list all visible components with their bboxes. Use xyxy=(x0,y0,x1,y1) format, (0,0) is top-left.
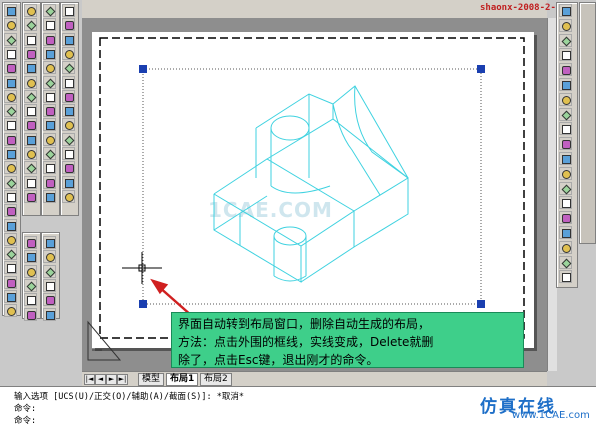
draw-tool-button[interactable] xyxy=(559,196,572,210)
draw-tool-button[interactable] xyxy=(559,63,572,77)
draw-tool-button[interactable] xyxy=(559,270,572,284)
layout-tab-bar: |◄ ◄ ► ►| 模型 布局1 布局2 xyxy=(82,371,547,386)
draw-tool-button[interactable] xyxy=(559,33,572,47)
draw-tool-button[interactable] xyxy=(559,4,572,17)
ucs-icon xyxy=(87,320,122,361)
tab-layout2[interactable]: 布局2 xyxy=(200,373,232,386)
right-side-toolbar xyxy=(579,2,596,244)
draw-tool-button[interactable] xyxy=(559,107,572,121)
draw-tool-button[interactable] xyxy=(559,78,572,91)
draw-tool-button[interactable] xyxy=(559,152,572,165)
draw-tool-button[interactable] xyxy=(559,211,572,225)
instruction-line-1: 界面自动转到布局窗口，删除自动生成的布局， xyxy=(178,317,431,331)
draw-tool-button[interactable] xyxy=(559,137,572,151)
crosshair-cursor xyxy=(122,252,162,284)
draw-tool-button[interactable] xyxy=(559,48,572,62)
nav-first-button[interactable]: |◄ xyxy=(84,374,95,385)
nav-next-button[interactable]: ► xyxy=(106,374,117,385)
instruction-callout: 界面自动转到布局窗口，删除自动生成的布局， 方法：点击外围的框线，实线变成，De… xyxy=(171,312,524,368)
command-prompt-line[interactable]: 命令: xyxy=(14,414,36,426)
grip-bottom-left xyxy=(139,300,147,308)
draw-tool-button[interactable] xyxy=(559,226,572,239)
printable-area-border xyxy=(99,37,525,339)
tab-model[interactable]: 模型 xyxy=(138,373,165,386)
nav-prev-button[interactable]: ◄ xyxy=(95,374,106,385)
draw-tool-button[interactable] xyxy=(559,92,572,106)
draw-tool-button[interactable] xyxy=(559,181,572,195)
draw-tool-button[interactable] xyxy=(559,240,572,254)
viewport-frame xyxy=(142,68,482,305)
draw-tool-button[interactable] xyxy=(559,255,572,269)
grip-top-left xyxy=(139,65,147,73)
grip-top-right xyxy=(477,65,485,73)
instruction-line-2: 方法：点击外围的框线，实线变成，Delete就删 xyxy=(178,335,434,349)
model-wireframe xyxy=(213,85,409,283)
nav-last-button[interactable]: ►| xyxy=(117,374,128,385)
site-brand-url: www.1CAE.com xyxy=(512,410,590,421)
draw-tool-button[interactable] xyxy=(559,166,572,180)
draw-tool-button[interactable] xyxy=(559,18,572,32)
instruction-line-3: 除了，点击Esc键，退出刚才的命令。 xyxy=(178,353,379,367)
pointer-arrow-upper xyxy=(150,278,193,317)
tab-layout1[interactable]: 布局1 xyxy=(166,373,199,386)
command-history-line-2: 命令: xyxy=(14,404,37,414)
draw-tool-button[interactable] xyxy=(559,122,572,136)
command-history-line-1: 输入选项 [UCS(U)/正交(O)/辅助(A)/截面(S)]: *取消* xyxy=(14,392,244,402)
grip-bottom-right xyxy=(477,300,485,308)
